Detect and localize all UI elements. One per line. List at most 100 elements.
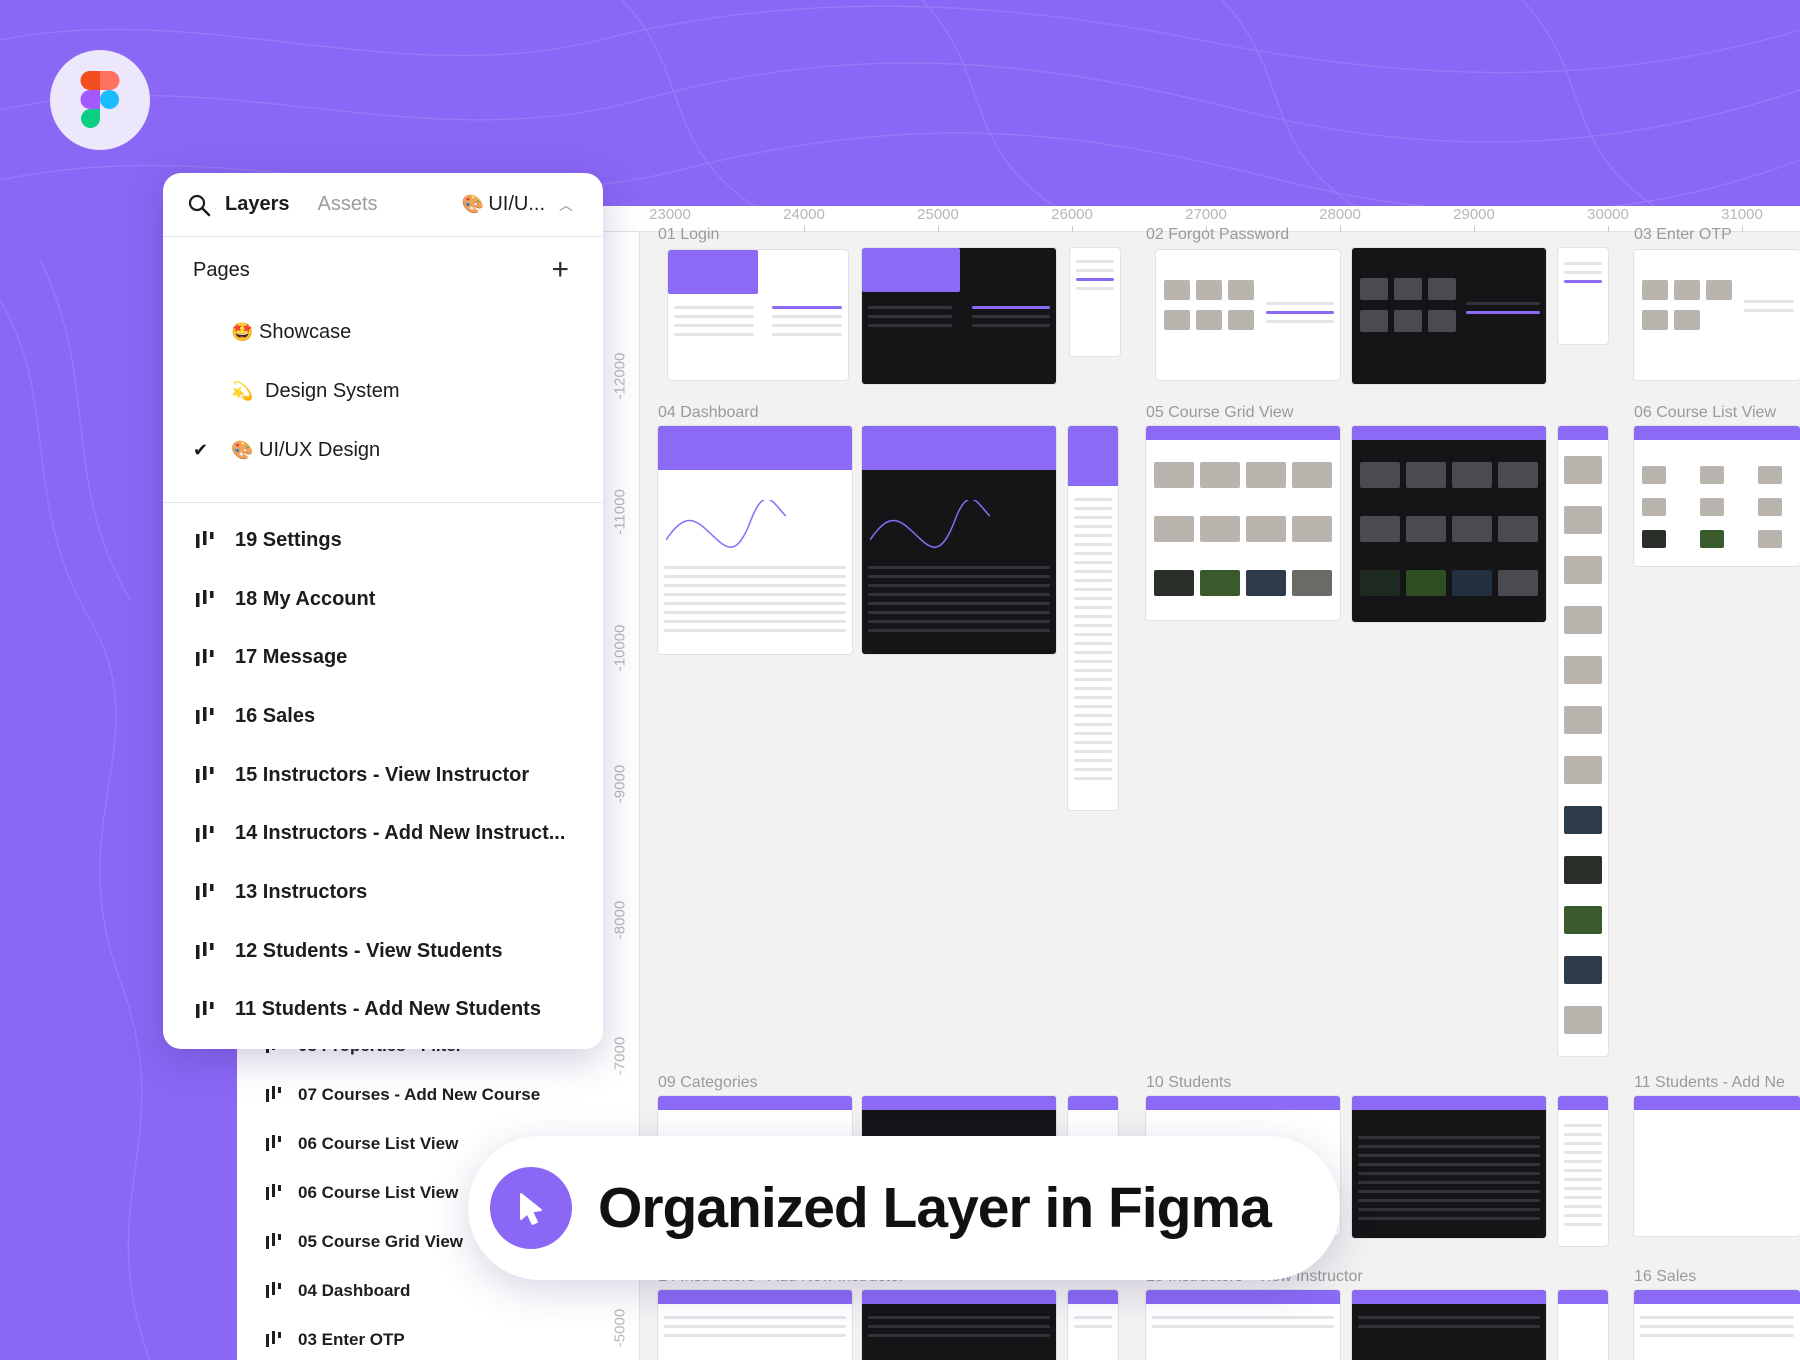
frame-icon xyxy=(196,1000,214,1018)
pages-section-header: Pages + xyxy=(163,237,603,303)
page-emoji: 🤩 xyxy=(231,322,254,342)
frame-thumbnail[interactable] xyxy=(1558,1290,1608,1360)
layer-item-label: 07 Courses - Add New Course xyxy=(298,1085,541,1104)
ruler-x-tick: 30000 xyxy=(1587,206,1629,223)
frame-label[interactable]: 09 Categories xyxy=(658,1074,758,1092)
frame-thumbnail[interactable] xyxy=(1352,1290,1546,1360)
frame-icon xyxy=(196,766,214,784)
ruler-x-tick: 27000 xyxy=(1185,206,1227,223)
frame-icon xyxy=(266,1331,281,1347)
checkmark-icon: ✔ xyxy=(193,440,209,460)
ruler-x-tick: 31000 xyxy=(1721,206,1763,223)
layer-item-label: 16 Sales xyxy=(235,704,316,727)
frame-label[interactable]: 03 Enter OTP xyxy=(1634,226,1732,244)
page-emoji: 🎨 xyxy=(231,440,254,460)
layer-item-label: 11 Students - Add New Students xyxy=(235,998,541,1021)
frame-thumbnail[interactable] xyxy=(862,248,1056,384)
layer-item[interactable]: 06 Course List View xyxy=(265,1134,458,1154)
layer-item[interactable]: 05 Course Grid View xyxy=(265,1232,463,1252)
layer-item-label: 13 Instructors xyxy=(235,880,368,903)
layer-item[interactable]: 06 Course List View xyxy=(265,1183,458,1203)
chevron-up-icon: ︿ xyxy=(559,196,573,213)
frame-thumbnail[interactable] xyxy=(1634,250,1800,380)
layer-item-label: 17 Message xyxy=(235,646,348,669)
cursor-pointer-icon xyxy=(520,1193,542,1225)
headline-text: Organized Layer in Figma xyxy=(598,1176,1272,1240)
headline-banner: Organized Layer in Figma xyxy=(468,1136,1340,1280)
search-icon[interactable] xyxy=(187,193,211,217)
frame-thumbnail[interactable] xyxy=(862,426,1056,654)
frame-thumbnail[interactable] xyxy=(1352,1096,1546,1238)
ruler-y-tick: -9000 xyxy=(611,764,629,804)
frame-thumbnail[interactable] xyxy=(1558,426,1608,1056)
frame-thumbnail[interactable] xyxy=(1634,1290,1800,1360)
layer-item[interactable]: 07 Courses - Add New Course xyxy=(265,1085,540,1105)
ruler-y-tick: -11000 xyxy=(611,489,629,535)
frame-label[interactable]: 02 Forgot Password xyxy=(1146,226,1289,244)
layer-item[interactable]: 17 Message xyxy=(163,628,603,687)
frame-icon xyxy=(196,648,214,666)
layer-item-label: 14 Instructors - Add New Instruct... xyxy=(235,822,566,845)
frame-thumbnail[interactable] xyxy=(1634,1096,1800,1236)
frame-thumbnail[interactable] xyxy=(1634,426,1800,566)
frame-thumbnail[interactable] xyxy=(1146,1290,1340,1360)
add-page-icon[interactable]: + xyxy=(551,255,569,285)
page-label: UI/UX Design xyxy=(259,439,381,461)
layer-item[interactable]: 13 Instructors xyxy=(163,863,603,922)
page-label: Design System xyxy=(265,380,400,402)
layers-panel: Layers Assets 🎨 UI/U... ︿ Pages + 🤩 Show… xyxy=(163,173,603,1049)
layer-item-label: 19 Settings xyxy=(235,528,342,551)
page-item-showcase[interactable]: 🤩 Showcase xyxy=(163,303,603,362)
frame-icon xyxy=(196,707,214,725)
page-emoji: 💫 xyxy=(231,381,254,401)
frame-thumbnail[interactable] xyxy=(1146,426,1340,620)
ruler-x-tick: 24000 xyxy=(783,206,825,223)
layer-item[interactable]: 04 Dashboard xyxy=(265,1281,410,1301)
frame-label[interactable]: 01 Login xyxy=(658,226,719,244)
page-selector-label: UI/U... xyxy=(488,193,545,215)
pages-title: Pages xyxy=(193,258,250,281)
frame-thumbnail[interactable] xyxy=(862,1290,1056,1360)
frame-thumbnail[interactable] xyxy=(1558,248,1608,344)
cursor-badge xyxy=(490,1167,572,1249)
layer-item-label: 03 Enter OTP xyxy=(298,1330,405,1349)
ruler-x-tick: 23000 xyxy=(649,206,691,223)
page-item-design-system[interactable]: 💫 Design System xyxy=(163,362,603,421)
frame-label[interactable]: 05 Course Grid View xyxy=(1146,404,1293,422)
frame-label[interactable]: 11 Students - Add Ne xyxy=(1634,1074,1785,1092)
frame-label[interactable]: 16 Sales xyxy=(1634,1268,1696,1286)
frame-icon xyxy=(196,942,214,960)
layer-item[interactable]: 15 Instructors - View Instructor xyxy=(163,746,603,805)
layer-item[interactable]: 16 Sales xyxy=(163,687,603,746)
layer-item[interactable]: 12 Students - View Students xyxy=(163,922,603,981)
layer-item-label: 18 My Account xyxy=(235,587,376,610)
tab-assets[interactable]: Assets xyxy=(318,193,378,216)
frame-thumbnail[interactable] xyxy=(658,1290,852,1360)
frame-icon xyxy=(196,531,214,549)
layer-item[interactable]: 11 Students - Add New Students xyxy=(163,981,603,1040)
frame-thumbnail[interactable] xyxy=(1068,1290,1118,1360)
frame-label[interactable]: 10 Students xyxy=(1146,1074,1231,1092)
layer-item-label: 15 Instructors - View Instructor xyxy=(235,763,530,786)
frame-thumbnail[interactable] xyxy=(1068,426,1118,810)
layer-item[interactable]: 19 Settings xyxy=(163,511,603,570)
frame-thumbnail[interactable] xyxy=(1558,1096,1608,1246)
frame-icon xyxy=(266,1135,281,1151)
layer-item[interactable]: 03 Enter OTP xyxy=(265,1330,405,1350)
frame-thumbnail[interactable] xyxy=(1352,248,1546,384)
page-item-uiux-design[interactable]: ✔ 🎨 UI/UX Design xyxy=(163,421,603,480)
tab-layers[interactable]: Layers xyxy=(225,193,290,216)
ruler-y-tick: -8000 xyxy=(611,900,629,940)
frame-label[interactable]: 04 Dashboard xyxy=(658,404,759,422)
frame-thumbnail[interactable] xyxy=(1156,250,1340,380)
layer-item[interactable]: 18 My Account xyxy=(163,570,603,629)
page-selector[interactable]: 🎨 UI/U... ︿ xyxy=(462,193,573,216)
frame-thumbnail[interactable] xyxy=(668,250,848,380)
frame-thumbnail[interactable] xyxy=(1352,426,1546,622)
frame-thumbnail[interactable] xyxy=(658,426,852,654)
ruler-x-tick: 29000 xyxy=(1453,206,1495,223)
layer-item-label: 06 Course List View xyxy=(298,1134,459,1153)
frame-thumbnail[interactable] xyxy=(1070,248,1120,356)
frame-label[interactable]: 06 Course List View xyxy=(1634,404,1776,422)
layer-item[interactable]: 14 Instructors - Add New Instruct... xyxy=(163,804,603,863)
